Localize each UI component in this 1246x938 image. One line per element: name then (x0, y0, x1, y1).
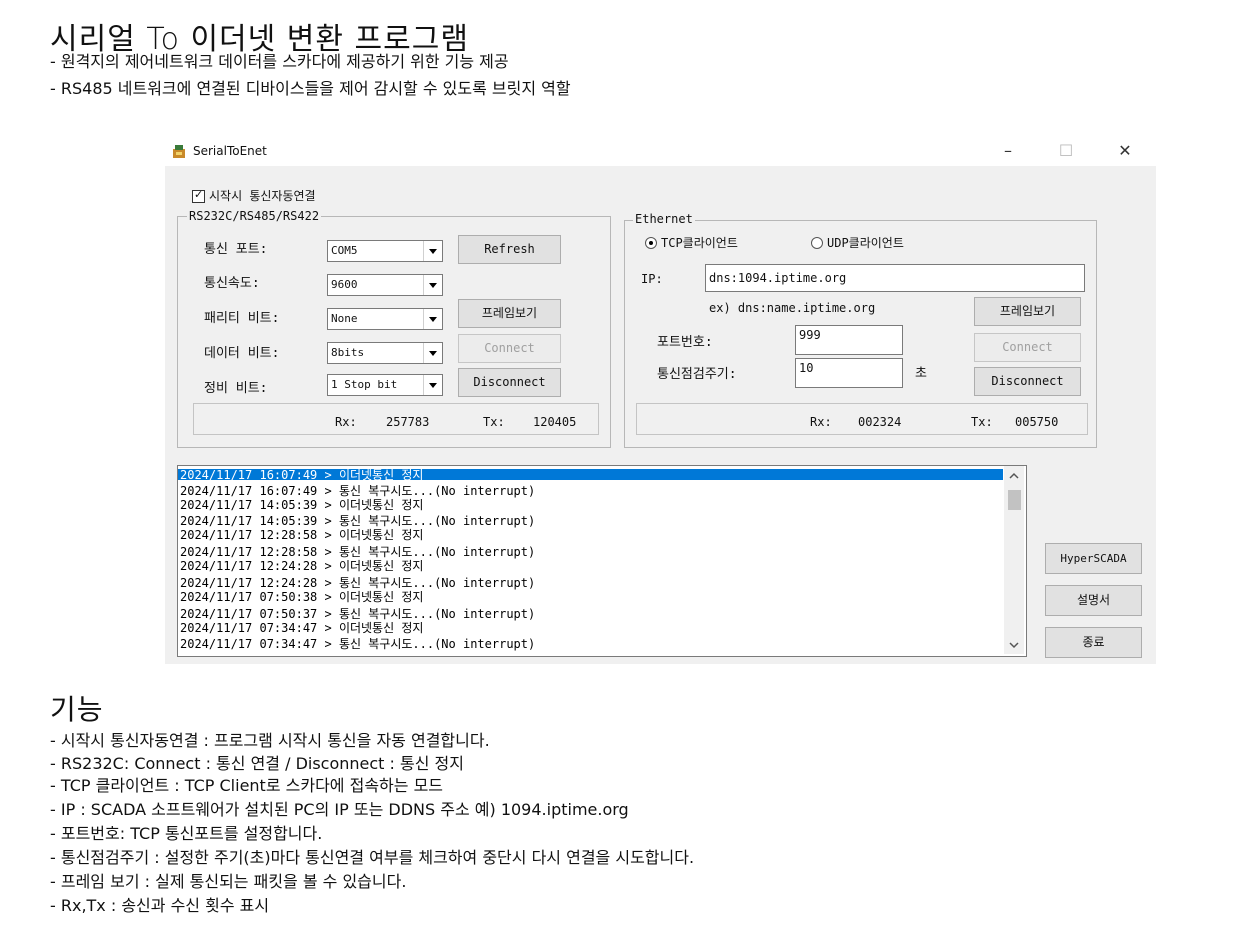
window-title: SerialToEnet (193, 144, 267, 158)
comm-port-select[interactable]: COM5 (327, 240, 443, 262)
log-entry[interactable]: 2024/11/17 14:05:39 > 통신 복구시도...(No inte… (180, 515, 535, 527)
ethernet-group-title: Ethernet (633, 212, 695, 226)
description-line-1: - 원격지의 제어네트워크 데이터를 스카다에 제공하기 위한 기능 제공 (50, 52, 509, 71)
ethernet-rx-label: Rx: (810, 415, 832, 429)
tcp-client-radio[interactable] (645, 237, 657, 249)
ethernet-disconnect-button[interactable]: Disconnect (974, 367, 1081, 396)
log-scrollbar[interactable] (1004, 466, 1024, 654)
exit-button[interactable]: 종료 (1045, 627, 1142, 658)
serial-rx-label: Rx: (335, 415, 357, 429)
ip-example-hint: ex) dns:name.iptime.org (709, 301, 876, 315)
ip-label: IP: (641, 272, 663, 286)
log-entry[interactable]: 2024/11/17 07:50:38 > 이더넷통신 정지 (180, 591, 423, 603)
autoconnect-label: 시작시 통신자동연결 (209, 189, 316, 203)
stop-bit-select[interactable]: 1 Stop bit (327, 374, 443, 396)
serial-frame-view-button[interactable]: 프레임보기 (458, 299, 561, 328)
ethernet-connect-button[interactable]: Connect (974, 333, 1081, 362)
feature-line: - 프레임 보기 : 실제 통신되는 패킷을 볼 수 있습니다. (50, 872, 407, 891)
port-number-input[interactable]: 999 (795, 325, 903, 355)
serialtoenet-window: SerialToEnet – ☐ ✕ 시작시 통신자동연결 RS232C/RS4… (165, 136, 1156, 664)
check-interval-unit: 초 (915, 366, 927, 381)
log-listbox[interactable]: 2024/11/17 16:07:49 > 이더넷통신 정지 2024/11/1… (177, 465, 1027, 657)
check-interval-label: 통신점검주기: (657, 367, 737, 382)
log-entry[interactable]: 2024/11/17 12:28:58 > 이더넷통신 정지 (180, 529, 423, 541)
scroll-up-icon[interactable] (1009, 472, 1019, 480)
udp-client-label: UDP클라이언트 (827, 236, 904, 250)
data-bit-value: 8bits (331, 346, 365, 359)
minimize-button[interactable]: – (988, 139, 1028, 165)
ethernet-frame-view-button[interactable]: 프레임보기 (974, 297, 1081, 326)
stop-bit-label: 정비 비트: (204, 381, 268, 396)
scroll-down-icon[interactable] (1009, 641, 1019, 649)
check-interval-input[interactable]: 10 (795, 358, 903, 388)
parity-bit-label: 패리티 비트: (204, 311, 280, 326)
parity-bit-value: None (331, 312, 358, 325)
log-entry[interactable]: 2024/11/17 07:50:37 > 통신 복구시도...(No inte… (180, 608, 535, 620)
ethernet-rx-value: 002324 (858, 415, 902, 429)
description-line-2: - RS485 네트워크에 연결된 디바이스들을 제어 감시할 수 있도록 브릿… (50, 79, 571, 98)
log-entry[interactable]: 2024/11/17 14:05:39 > 이더넷통신 정지 (180, 499, 423, 511)
chevron-down-icon (423, 375, 442, 395)
feature-line: - IP : SCADA 소프트웨어가 설치된 PC의 IP 또는 DDNS 주… (50, 800, 629, 819)
baud-rate-value: 9600 (331, 278, 358, 291)
chevron-down-icon (423, 343, 442, 363)
feature-line: - 시작시 통신자동연결 : 프로그램 시작시 통신을 자동 연결합니다. (50, 731, 490, 750)
log-entry[interactable]: 2024/11/17 12:24:28 > 이더넷통신 정지 (180, 560, 423, 572)
serial-tx-label: Tx: (483, 415, 505, 429)
comm-port-value: COM5 (331, 244, 358, 257)
manual-button[interactable]: 설명서 (1045, 585, 1142, 616)
feature-line: - TCP 클라이언트 : TCP Client로 스카다에 접속하는 모드 (50, 776, 444, 795)
udp-client-radio[interactable] (811, 237, 823, 249)
tcp-client-label: TCP클라이언트 (661, 236, 738, 250)
serial-connect-button[interactable]: Connect (458, 334, 561, 363)
serial-rx-value: 257783 (386, 415, 430, 429)
feature-line: - 포트번호: TCP 통신포트를 설정합니다. (50, 824, 323, 843)
comm-port-label: 통신 포트: (204, 242, 268, 257)
port-number-label: 포트번호: (657, 335, 713, 350)
log-entry[interactable]: 2024/11/17 07:34:47 > 이더넷통신 정지 (180, 622, 423, 634)
feature-line: - 통신점검주기 : 설정한 주기(초)마다 통신연결 여부를 체크하여 중단시… (50, 848, 695, 867)
parity-bit-select[interactable]: None (327, 308, 443, 330)
features-heading: 기능 (50, 693, 104, 726)
scrollbar-thumb[interactable] (1008, 490, 1021, 510)
baud-rate-label: 통신속도: (204, 276, 260, 291)
stop-bit-value: 1 Stop bit (331, 378, 398, 391)
app-icon (173, 145, 185, 158)
serial-tx-value: 120405 (533, 415, 577, 429)
log-entry[interactable]: 2024/11/17 16:07:49 > 이더넷통신 정지 (178, 469, 1003, 481)
data-bit-select[interactable]: 8bits (327, 342, 443, 364)
serial-group-title: RS232C/RS485/RS422 (187, 209, 322, 223)
ethernet-tx-value: 005750 (1015, 415, 1059, 429)
log-entry[interactable]: 2024/11/17 07:34:47 > 통신 복구시도...(No inte… (180, 638, 535, 650)
maximize-button[interactable]: ☐ (1046, 139, 1086, 165)
ethernet-tx-label: Tx: (971, 415, 993, 429)
autoconnect-checkbox[interactable] (192, 188, 205, 203)
chevron-down-icon (423, 275, 442, 295)
chevron-down-icon (423, 309, 442, 329)
refresh-button[interactable]: Refresh (458, 235, 561, 264)
feature-line: - Rx,Tx : 송신과 수신 횟수 표시 (50, 896, 270, 915)
serial-disconnect-button[interactable]: Disconnect (458, 368, 561, 397)
ip-address-input[interactable]: dns:1094.iptime.org (705, 264, 1085, 292)
data-bit-label: 데이터 비트: (204, 346, 280, 361)
hyperscada-button[interactable]: HyperSCADA (1045, 543, 1142, 574)
log-entry[interactable]: 2024/11/17 12:28:58 > 통신 복구시도...(No inte… (180, 546, 535, 558)
close-button[interactable]: ✕ (1105, 139, 1145, 165)
title-bar: SerialToEnet – ☐ ✕ (165, 136, 1156, 166)
feature-line: - RS232C: Connect : 통신 연결 / Disconnect :… (50, 754, 464, 773)
chevron-down-icon (423, 241, 442, 261)
log-entry[interactable]: 2024/11/17 12:24:28 > 통신 복구시도...(No inte… (180, 577, 535, 589)
baud-rate-select[interactable]: 9600 (327, 274, 443, 296)
log-entry[interactable]: 2024/11/17 16:07:49 > 통신 복구시도...(No inte… (180, 485, 535, 497)
